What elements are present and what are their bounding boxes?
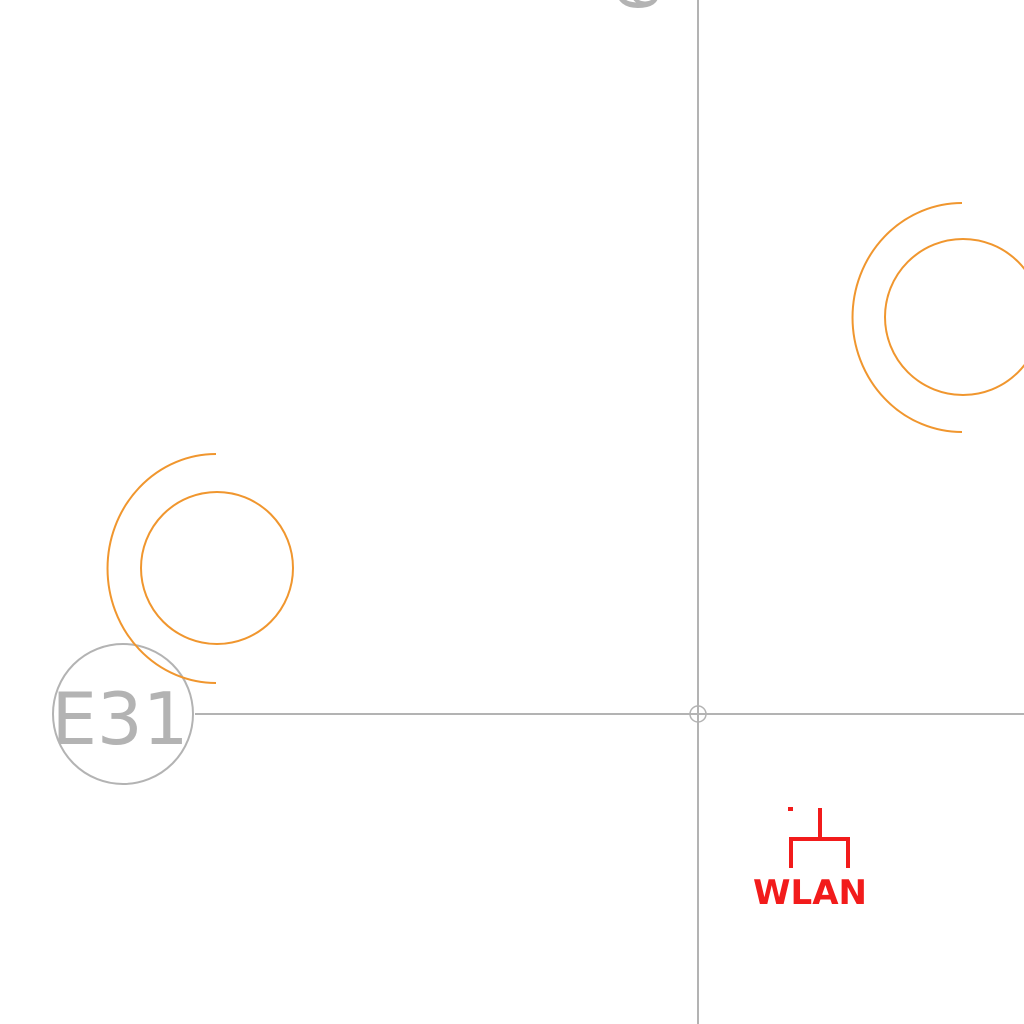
wlan-access-point[interactable]: WLAN xyxy=(753,807,867,913)
ceiling-light-left[interactable] xyxy=(106,453,294,684)
fixture-outer-arc xyxy=(106,453,217,684)
network-antenna-icon xyxy=(788,807,850,868)
grid-bubble-row[interactable]: E31 xyxy=(51,643,194,785)
fixture-outer-arc xyxy=(851,202,963,433)
fixture-inner-circle xyxy=(140,491,294,645)
grid-bubble-column-label: 6 xyxy=(607,0,672,12)
grid-bubble-label: E31 xyxy=(51,677,188,761)
fixture-inner-circle xyxy=(884,238,1024,396)
drawing-canvas[interactable]: E31 6 WLAN xyxy=(0,0,1024,1024)
wlan-label: WLAN xyxy=(753,873,867,913)
floor-plan-drawing: E31 6 WLAN xyxy=(51,0,1024,1024)
ceiling-light-right[interactable] xyxy=(851,202,1024,433)
